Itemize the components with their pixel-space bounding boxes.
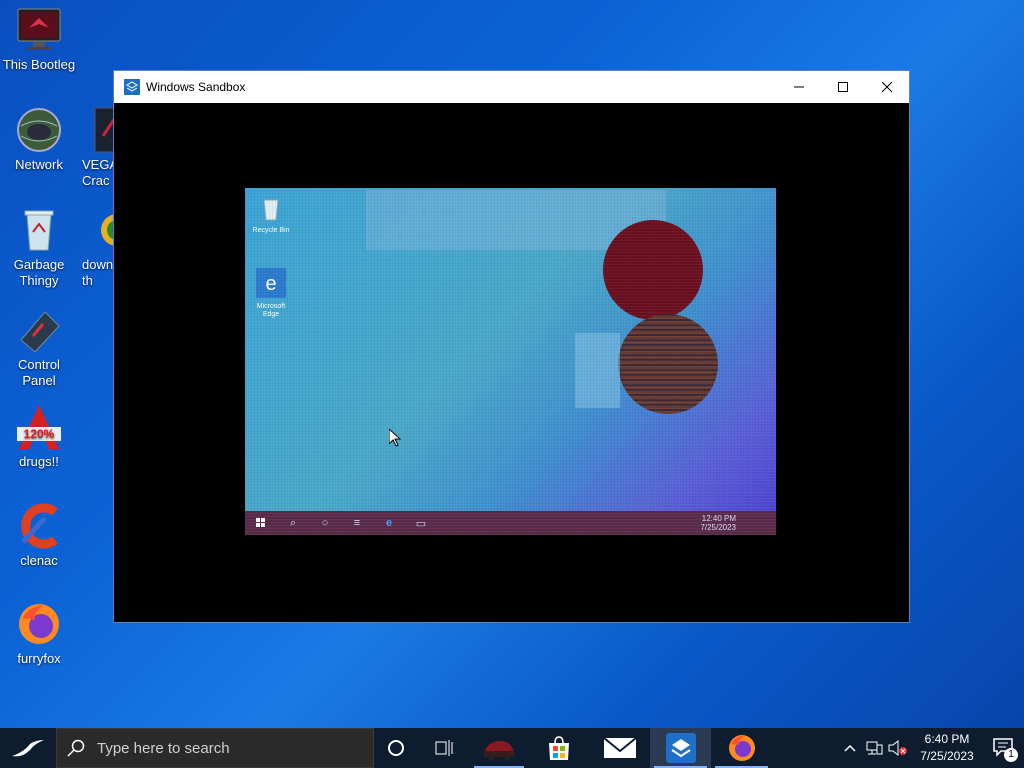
vm-clock-date: 7/25/2023 xyxy=(700,523,736,532)
windows-logo-icon xyxy=(256,518,265,527)
vm-edge-icon[interactable]: e xyxy=(373,511,405,535)
vm-start-button[interactable] xyxy=(245,511,277,535)
window-titlebar[interactable]: Windows Sandbox xyxy=(114,71,909,103)
mouse-cursor-icon xyxy=(388,427,402,452)
network-wired-icon xyxy=(866,741,883,755)
recycle-bin-icon xyxy=(263,199,279,221)
taskbar: 6:40 PM 7/25/2023 1 xyxy=(0,728,1024,768)
desktop-icon-network[interactable]: Network xyxy=(1,106,77,173)
close-icon xyxy=(882,82,892,92)
desktop-icon-label: Garbage Thingy xyxy=(13,257,65,288)
vm-clock[interactable]: 12:40 PM 7/25/2023 xyxy=(700,514,736,532)
vm-taskbar: ⌕ ○ ≡ e ▭ 12:40 PM 7/25/2023 xyxy=(245,511,776,535)
sandbox-screen[interactable]: Recycle Bin e Microsoft Edge ⌕ ○ ≡ e ▭ 1… xyxy=(245,188,776,535)
task-view-icon xyxy=(435,740,453,756)
vm-task-view-icon[interactable]: ≡ xyxy=(341,511,373,535)
clock-date: 7/25/2023 xyxy=(920,749,974,763)
desktop-icon-label: Network xyxy=(15,157,63,172)
vm-search-icon[interactable]: ⌕ xyxy=(277,511,309,535)
firefox-button[interactable] xyxy=(711,728,772,768)
maximize-button[interactable] xyxy=(821,71,865,103)
chevron-up-icon xyxy=(844,744,856,752)
sandbox-icon xyxy=(665,733,696,763)
vm-icon-label: Microsoft Edge xyxy=(256,303,286,318)
cortana-button[interactable] xyxy=(374,728,418,768)
desktop-icon-firefox[interactable]: furryfox xyxy=(1,600,77,667)
mail-icon xyxy=(602,737,637,758)
network-button[interactable] xyxy=(862,728,886,768)
notification-count-badge: 1 xyxy=(1004,748,1018,762)
store-bag-icon xyxy=(548,736,569,760)
start-button[interactable] xyxy=(0,728,56,768)
mail-button[interactable] xyxy=(589,728,650,768)
desktop-icon-label: furryfox xyxy=(17,651,61,666)
desktop-icon-drugs[interactable]: 120% drugs!! xyxy=(1,403,77,470)
maximize-icon xyxy=(838,82,848,92)
action-center-button[interactable]: 1 xyxy=(984,728,1024,768)
vm-clock-time: 12:40 PM xyxy=(701,514,736,523)
vm-icon-label: Recycle Bin xyxy=(252,227,290,234)
system-tray: 6:40 PM 7/25/2023 1 xyxy=(838,728,1024,768)
sandbox-window[interactable]: Windows Sandbox Recycle Bin e Microsoft … xyxy=(113,70,910,623)
acrobat-like-icon: 120% xyxy=(15,403,63,451)
desktop-icon-control-panel[interactable]: Control Panel xyxy=(1,306,77,389)
desktop-icon-label: drugs!! xyxy=(19,454,59,469)
svg-text:120%: 120% xyxy=(24,427,55,441)
firefox-icon xyxy=(15,600,63,648)
sandbox-button[interactable] xyxy=(650,728,711,768)
search-icon xyxy=(67,739,85,757)
task-view-button[interactable] xyxy=(418,728,470,768)
game-app-button[interactable] xyxy=(470,728,528,768)
desktop-icon-label: Control Panel xyxy=(18,357,60,388)
vm-desktop-icon-recycle-bin[interactable]: Recycle Bin xyxy=(251,196,291,235)
svg-text:e: e xyxy=(265,273,276,295)
vm-desktop-icon-edge[interactable]: e Microsoft Edge xyxy=(251,268,291,319)
computer-icon xyxy=(15,6,63,54)
volume-muted-icon xyxy=(888,740,907,756)
desktop-icon-label: clenac xyxy=(20,553,58,568)
vm-explorer-icon[interactable]: ▭ xyxy=(405,511,437,535)
store-button[interactable] xyxy=(528,728,589,768)
desktop-icon-recycle-bin[interactable]: Garbage Thingy xyxy=(1,206,77,289)
close-button[interactable] xyxy=(865,71,909,103)
taskbar-clock[interactable]: 6:40 PM 7/25/2023 xyxy=(910,731,984,765)
desktop-icon-this-pc[interactable]: This Bootleg xyxy=(1,6,77,73)
minimize-button[interactable] xyxy=(777,71,821,103)
volume-button[interactable] xyxy=(886,728,910,768)
recycle-bin-icon xyxy=(15,206,63,254)
vm-cortana-icon[interactable]: ○ xyxy=(309,511,341,535)
cortana-circle-icon xyxy=(388,740,404,756)
windows-logo-fragment xyxy=(575,333,620,408)
network-globe-icon xyxy=(15,106,63,154)
glitch-circle-red xyxy=(603,220,703,320)
glitch-circle-brown xyxy=(618,314,718,414)
window-title: Windows Sandbox xyxy=(146,80,246,94)
control-panel-icon xyxy=(15,306,63,354)
start-logo-icon xyxy=(12,740,44,757)
car-icon xyxy=(484,741,514,760)
edge-icon: e xyxy=(256,268,286,298)
search-input[interactable] xyxy=(95,738,359,758)
firefox-icon xyxy=(728,735,755,761)
show-hidden-icons-button[interactable] xyxy=(838,728,862,768)
desktop-icon-label: This Bootleg xyxy=(2,57,76,72)
ccleaner-icon xyxy=(15,502,63,550)
taskbar-search[interactable] xyxy=(56,728,374,768)
minimize-icon xyxy=(794,86,804,88)
clock-time: 6:40 PM xyxy=(924,732,970,746)
sandbox-icon xyxy=(124,79,140,95)
desktop-icon-clenac[interactable]: clenac xyxy=(1,502,77,569)
